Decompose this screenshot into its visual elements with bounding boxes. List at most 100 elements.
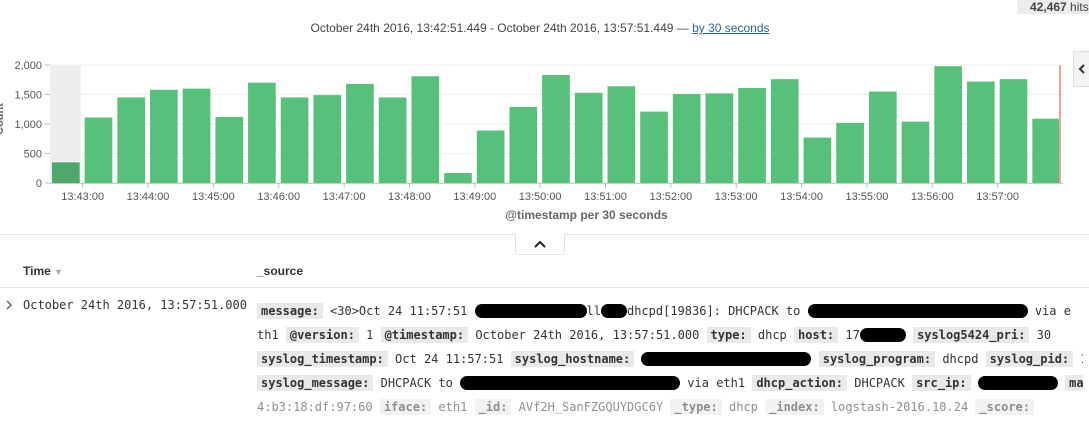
histogram-bar	[476, 130, 505, 183]
x-axis-title: @timestamp per 30 seconds	[505, 208, 668, 222]
field-value	[906, 328, 913, 342]
x-tick-label: 13:53:00	[715, 191, 758, 203]
field-value: DHCPACK	[847, 376, 913, 390]
field-value: via eth1	[680, 376, 753, 390]
histogram-bar	[999, 79, 1028, 183]
histogram-bar	[150, 89, 178, 183]
x-tick-label: 13:52:00	[649, 191, 692, 203]
x-tick-label: 13:50:00	[519, 191, 562, 203]
sort-desc-icon[interactable]: ▼	[54, 267, 63, 277]
hits-label: hits	[1070, 0, 1089, 14]
field-name: _id:	[474, 399, 512, 415]
column-header-time[interactable]: Time ▼	[23, 264, 63, 278]
toggle-chart-button[interactable]	[515, 233, 565, 255]
histogram-bar	[117, 97, 146, 183]
histogram-bar	[640, 111, 668, 183]
field-value: 17	[838, 328, 860, 342]
redaction-mark	[859, 328, 906, 342]
field-name: host:	[794, 327, 839, 343]
redaction-mark	[977, 376, 1058, 390]
source-line: th1 @version: 1 @timestamp: October 24th…	[257, 323, 1083, 347]
histogram-bar	[509, 106, 538, 183]
field-value: ll	[586, 304, 601, 318]
time-range-text: October 24th 2016, 13:42:51.449 - Octobe…	[310, 21, 689, 35]
field-value	[811, 352, 818, 366]
histogram-bar	[378, 97, 407, 183]
histogram-bar	[84, 117, 113, 183]
chevron-up-icon	[534, 240, 546, 248]
histogram-bar	[574, 92, 603, 183]
column-header-time-label: Time	[23, 264, 51, 278]
collapse-sidebar-button[interactable]	[1073, 51, 1089, 87]
redaction-mark	[641, 352, 812, 366]
field-value: 30	[1029, 328, 1052, 342]
histogram-bar	[346, 83, 374, 183]
chevron-left-icon	[1078, 64, 1085, 74]
histogram-bar	[1032, 118, 1060, 183]
histogram-bar	[836, 122, 864, 183]
field-name: _type:	[670, 399, 722, 415]
x-tick-label: 13:55:00	[846, 191, 889, 203]
x-tick-label: 13:44:00	[127, 191, 170, 203]
histogram-chart[interactable]: 0 500 1,000 1,500 2,000 13:43:00 13:44:00 13:45…	[0, 50, 1075, 230]
redaction-mark	[600, 304, 627, 318]
y-tick-label: 0	[36, 178, 42, 190]
x-tick-label: 13:48:00	[388, 191, 431, 203]
interval-link[interactable]: by 30 seconds	[692, 21, 769, 35]
x-tick-label: 13:45:00	[192, 191, 235, 203]
x-tick-label: 13:46:00	[257, 191, 300, 203]
histogram-bar	[868, 91, 897, 183]
field-value: eth1	[431, 400, 475, 414]
field-value: AVf2H_SanFZGQUYDGC6Y	[511, 400, 671, 414]
x-tick-label: 13:51:00	[584, 191, 627, 203]
field-name: syslog_hostname:	[510, 351, 635, 367]
field-value: dhcpd[19836]: DHCPACK to	[626, 304, 808, 318]
field-value: dhcp	[750, 328, 795, 342]
histogram-bar	[934, 66, 962, 183]
redaction-mark	[474, 304, 587, 318]
histogram-bar	[411, 76, 440, 183]
x-tick-label: 13:47:00	[323, 191, 366, 203]
field-value: DHCPACK to	[373, 376, 461, 390]
field-value: via e	[1027, 304, 1071, 318]
field-name: syslog_message:	[257, 375, 374, 391]
source-line: 4:b3:18:df:97:60 iface: eth1 _id: AVf2H_…	[257, 395, 1083, 419]
field-value: 4:b3:18:df:97:60	[257, 400, 380, 414]
x-tick-label: 13:56:00	[911, 191, 954, 203]
y-tick-label: 1,500	[14, 90, 42, 102]
field-name: _index:	[765, 399, 824, 415]
y-axis-title: Count	[0, 103, 6, 135]
column-header-source: _source	[257, 264, 303, 278]
histogram-bar	[966, 81, 995, 183]
field-value: Oct 24 11:57:51	[387, 352, 511, 366]
field-value: 19836	[1073, 352, 1083, 366]
histogram-bar	[280, 97, 309, 183]
field-name: src_ip:	[912, 375, 971, 391]
histogram-bar	[52, 162, 80, 183]
histogram-bar	[705, 93, 734, 183]
field-name: _score:	[975, 399, 1034, 415]
row-source: message: <30>Oct 24 11:57:51 ll dhcpd[198…	[257, 299, 1083, 419]
field-value: dhcp	[721, 400, 766, 414]
field-value: October 24th 2016, 13:57:51.000	[468, 328, 707, 342]
field-name: syslog_timestamp:	[257, 351, 388, 367]
y-tick-label: 1,000	[14, 119, 42, 131]
field-name: message:	[257, 303, 323, 319]
expand-row-icon[interactable]	[4, 300, 14, 310]
histogram-bar	[215, 116, 244, 183]
field-name: syslog_program:	[818, 351, 936, 367]
x-tick-label: 13:49:00	[453, 191, 496, 203]
field-value: th1	[257, 328, 286, 342]
time-range-summary: October 24th 2016, 13:42:51.449 - Octobe…	[0, 21, 1080, 35]
field-name: type:	[706, 327, 751, 343]
source-line: syslog_message: DHCPACK to via eth1 dhcp…	[257, 371, 1083, 395]
histogram-bar	[542, 75, 570, 183]
histogram-bar	[444, 172, 472, 183]
field-name: mac:	[1065, 375, 1083, 391]
histogram-bar	[607, 86, 636, 183]
field-name: @version:	[285, 327, 359, 343]
histogram-bar	[770, 79, 799, 183]
row-time: October 24th 2016, 13:57:51.000	[23, 298, 247, 312]
field-value	[634, 352, 641, 366]
field-name: syslog5424_pri:	[913, 327, 1030, 343]
